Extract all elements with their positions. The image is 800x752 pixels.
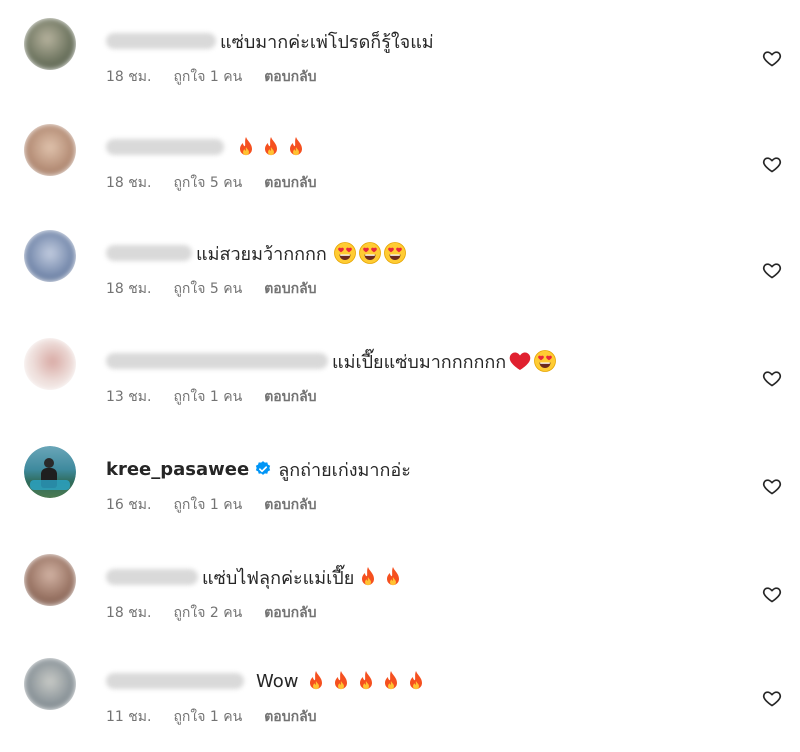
comment-text: Wow xyxy=(256,670,299,692)
fire-emoji-icon xyxy=(362,567,375,586)
like-count[interactable]: ถูกใจ 5 คน xyxy=(173,172,242,194)
like-count[interactable]: ถูกใจ 1 คน xyxy=(173,706,242,728)
avatar[interactable] xyxy=(24,230,76,282)
avatar[interactable] xyxy=(24,446,76,498)
red-heart-emoji-icon xyxy=(509,352,531,370)
emoji-group xyxy=(356,565,405,589)
comment-text: แซ่บไฟลุกค่ะแม่เปี๊ย xyxy=(202,567,355,589)
avatar[interactable] xyxy=(24,124,76,176)
comment-text: ลูกถ่ายเก่งมากอ่ะ xyxy=(278,459,411,481)
like-heart-icon[interactable] xyxy=(762,368,782,388)
username-blurred[interactable] xyxy=(106,139,224,155)
avatar[interactable] xyxy=(24,338,76,390)
reply-button[interactable]: ตอบกลับ xyxy=(264,706,316,728)
like-count[interactable]: ถูกใจ 5 คน xyxy=(173,278,242,300)
fire-emoji-icon xyxy=(387,567,400,586)
like-heart-icon[interactable] xyxy=(762,154,782,174)
comment-item: Wow 11 ชม. ถูกใจ 1 คน ตอบกลับ xyxy=(0,658,800,748)
fire-emoji-icon xyxy=(310,671,323,690)
fire-emoji-icon xyxy=(360,671,373,690)
comment-text: แม่เปี๊ยแซ่บมากกกกกก xyxy=(332,351,507,373)
comment-text: แม่สวยมว้ากกกก xyxy=(196,243,327,265)
like-heart-icon[interactable] xyxy=(762,260,782,280)
comment-time[interactable]: 18 ชม. xyxy=(106,278,151,300)
heart-eyes-emoji-icon xyxy=(383,242,406,264)
like-count[interactable]: ถูกใจ 2 คน xyxy=(173,602,242,624)
reply-button[interactable]: ตอบกลับ xyxy=(264,494,316,516)
fire-emoji-icon xyxy=(335,671,348,690)
emoji-group xyxy=(304,669,428,693)
fire-emoji-icon xyxy=(265,137,277,156)
comment-time[interactable]: 18 ชม. xyxy=(106,66,151,88)
fire-emoji-icon xyxy=(290,137,302,156)
like-count[interactable]: ถูกใจ 1 คน xyxy=(173,386,242,408)
fire-emoji-icon xyxy=(410,671,423,690)
username-blurred[interactable] xyxy=(106,353,328,369)
reply-button[interactable]: ตอบกลับ xyxy=(264,602,316,624)
username-blurred[interactable] xyxy=(106,673,244,689)
emoji-group xyxy=(234,135,308,159)
comment-time[interactable]: 18 ชม. xyxy=(106,172,151,194)
reply-button[interactable]: ตอบกลับ xyxy=(264,66,316,88)
verified-badge-icon xyxy=(256,461,271,475)
avatar[interactable] xyxy=(24,658,76,710)
avatar[interactable] xyxy=(24,554,76,606)
fire-emoji-icon xyxy=(240,137,252,156)
like-count[interactable]: ถูกใจ 1 คน xyxy=(173,66,242,88)
like-heart-icon[interactable] xyxy=(762,688,782,708)
fire-emoji-icon xyxy=(385,671,398,690)
like-heart-icon[interactable] xyxy=(762,584,782,604)
avatar[interactable] xyxy=(24,18,76,70)
like-heart-icon[interactable] xyxy=(762,476,782,496)
heart-eyes-emoji-icon xyxy=(534,350,557,372)
comment-time[interactable]: 16 ชม. xyxy=(106,494,151,516)
comment-item: แม่เปี๊ยแซ่บมากกกกกก 13 ชม. ถูกใจ 1 คน ต… xyxy=(0,338,800,428)
like-count[interactable]: ถูกใจ 1 คน xyxy=(173,494,242,516)
reply-button[interactable]: ตอบกลับ xyxy=(264,278,316,300)
comment-item: แม่สวยมว้ากกกก 18 ชม. ถูกใจ 5 คน ตอบกลับ xyxy=(0,230,800,320)
comment-time[interactable]: 11 ชม. xyxy=(106,706,151,728)
reply-button[interactable]: ตอบกลับ xyxy=(264,172,316,194)
heart-eyes-emoji-icon xyxy=(333,242,356,264)
comment-item: แซ่บมากค่ะเพ่โปรดก็รู้ใจแม่ 18 ชม. ถูกใจ… xyxy=(0,18,800,108)
comment-item: แซ่บไฟลุกค่ะแม่เปี๊ย 18 ชม. ถูกใจ 2 คน ต… xyxy=(0,554,800,644)
username-blurred[interactable] xyxy=(106,245,192,261)
like-heart-icon[interactable] xyxy=(762,48,782,68)
comments-list: แซ่บมากค่ะเพ่โปรดก็รู้ใจแม่ 18 ชม. ถูกใจ… xyxy=(0,0,800,752)
username-blurred[interactable] xyxy=(106,569,198,585)
emoji-group xyxy=(508,349,557,373)
comment-time[interactable]: 13 ชม. xyxy=(106,386,151,408)
comment-text: แซ่บมากค่ะเพ่โปรดก็รู้ใจแม่ xyxy=(220,31,434,53)
comment-item: kree_pasawee ลูกถ่ายเก่งมากอ่ะ 16 ชม. ถู… xyxy=(0,446,800,536)
emoji-group xyxy=(333,241,407,265)
username[interactable]: kree_pasawee xyxy=(106,459,249,480)
comment-time[interactable]: 18 ชม. xyxy=(106,602,151,624)
username-blurred[interactable] xyxy=(106,33,216,49)
comment-item: 18 ชม. ถูกใจ 5 คน ตอบกลับ xyxy=(0,124,800,214)
reply-button[interactable]: ตอบกลับ xyxy=(264,386,316,408)
heart-eyes-emoji-icon xyxy=(358,242,381,264)
